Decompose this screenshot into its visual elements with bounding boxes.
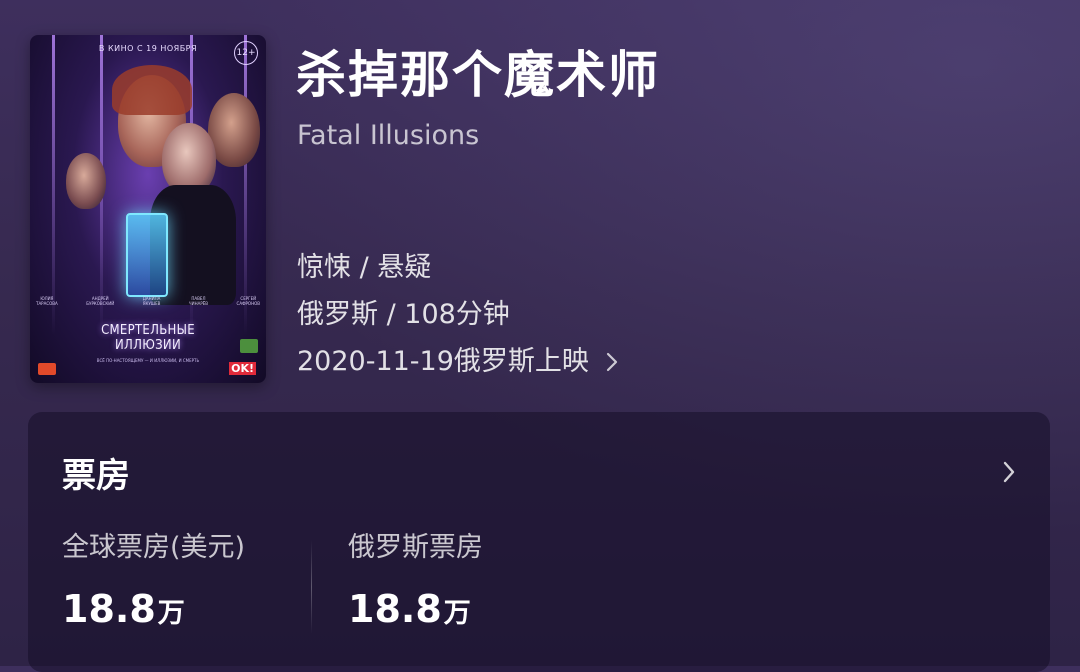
movie-release-date-link[interactable]: 2020-11-19俄罗斯上映 — [297, 344, 623, 380]
movie-original-title: Fatal Illusions — [297, 120, 480, 151]
russia-box-office-number: 18.8 — [348, 587, 442, 631]
russia-box-office-value: 18.8万 — [348, 586, 483, 632]
poster-title-line2: ИЛЛЮЗИИ — [114, 338, 182, 353]
chevron-right-icon — [998, 458, 1020, 486]
poster-cast-member: АНДРЕЙ БУРКОВСКИЙ — [86, 296, 115, 306]
movie-release-date: 2020-11-19俄罗斯上映 — [297, 346, 589, 377]
movie-poster[interactable]: В КИНО С 19 НОЯБРЯ 12+ ЮЛИЯ ТАРАСОВА АНДР… — [30, 35, 266, 383]
poster-release-text: В КИНО С 19 НОЯБРЯ — [98, 44, 198, 53]
global-box-office: 全球票房(美元) 18.8万 — [62, 530, 245, 632]
poster-title-line1: СМЕРТЕЛЬНЫЕ — [101, 323, 195, 338]
poster-age-rating: 12+ — [234, 41, 258, 65]
global-box-office-number: 18.8 — [62, 587, 156, 631]
movie-region-duration: 俄罗斯 / 108分钟 — [297, 299, 510, 330]
poster-capsule — [126, 213, 168, 297]
global-box-office-unit: 万 — [157, 598, 185, 629]
movie-genre: 惊悚 / 悬疑 — [297, 252, 432, 283]
poster-logo-radio — [38, 363, 56, 375]
global-box-office-label: 全球票房(美元) — [62, 532, 246, 563]
box-office-header[interactable]: 票房 — [28, 412, 1050, 530]
stat-divider — [311, 540, 312, 634]
movie-title: 杀掉那个魔术师 — [296, 46, 660, 104]
russia-box-office-label: 俄罗斯票房 — [348, 532, 483, 563]
poster-cast-member: ДАНИЛА ЯКУШЕВ — [142, 296, 161, 306]
poster-cast: ЮЛИЯ ТАРАСОВА АНДРЕЙ БУРКОВСКИЙ ДАНИЛА ЯКУШ… — [36, 296, 260, 307]
poster-light-beam — [244, 35, 247, 335]
poster-title: СМЕРТЕЛЬНЫЕ ИЛЛЮЗИИ — [30, 323, 266, 353]
poster-cast-member: СЕРГЕЙ САФРОНОВ — [236, 296, 260, 306]
russia-box-office-unit: 万 — [443, 598, 471, 629]
box-office-heading: 票房 — [62, 456, 130, 496]
poster-cast-member: ПАВЕЛ ЧИНАРЁВ — [188, 296, 209, 306]
poster-hair — [112, 65, 192, 115]
poster-cast-member: ЮЛИЯ ТАРАСОВА — [36, 296, 58, 306]
poster-face-man-left — [66, 153, 106, 209]
poster-logo-studio — [240, 339, 258, 353]
russia-box-office: 俄罗斯票房 18.8万 — [348, 530, 483, 632]
chevron-right-icon — [601, 351, 623, 373]
poster-logo-ok: OK! — [229, 362, 256, 375]
poster-light-beam — [52, 35, 55, 335]
global-box-office-value: 18.8万 — [62, 586, 245, 632]
box-office-card: 票房 全球票房(美元) 18.8万 俄罗斯票房 18.8万 — [28, 412, 1050, 672]
